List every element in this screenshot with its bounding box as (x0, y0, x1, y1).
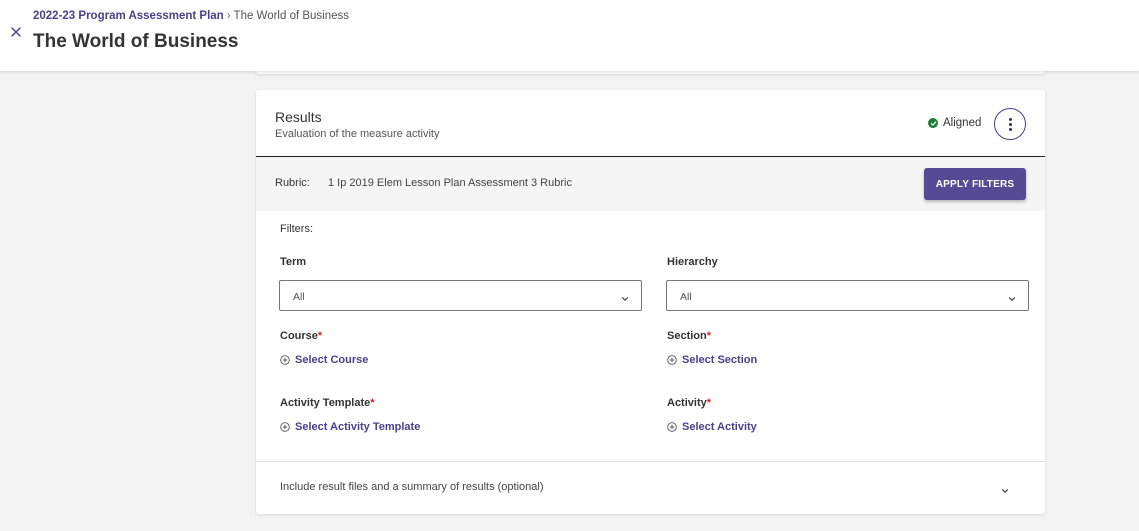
rubric-bar: Rubric: 1 Ip 2019 Elem Lesson Plan Asses… (256, 157, 1045, 211)
breadcrumb: 2022-23 Program Assessment Plan › The Worl… (33, 10, 349, 22)
section-label-text: Section (667, 330, 707, 342)
results-card: Results Evaluation of the measure activi… (256, 90, 1045, 514)
status-text: Aligned (943, 117, 982, 129)
hierarchy-select-value: All (680, 291, 692, 303)
course-label-text: Course (280, 330, 318, 342)
select-activity-template-link[interactable]: Select Activity Template (280, 421, 420, 433)
activity-label-text: Activity (667, 397, 707, 409)
plus-circle-icon (667, 422, 677, 432)
results-title: Results (275, 109, 322, 125)
apply-filters-button[interactable]: APPLY FILTERS (924, 168, 1026, 200)
activity-template-label-text: Activity Template (280, 397, 371, 409)
select-course-text: Select Course (295, 354, 369, 366)
select-activity-text: Select Activity (682, 421, 757, 433)
chevron-down-icon (1007, 291, 1017, 302)
optional-results-accordion[interactable]: Include result files and a summary of re… (256, 462, 1045, 514)
kebab-icon-dot (1008, 127, 1012, 131)
plus-circle-icon (280, 422, 290, 432)
chevron-down-icon (620, 291, 630, 302)
select-activity-template-text: Select Activity Template (295, 421, 421, 433)
hierarchy-select[interactable]: All (666, 280, 1029, 311)
rubric-label: Rubric: (275, 177, 310, 189)
select-activity-link[interactable]: Select Activity (667, 421, 757, 433)
breadcrumb-current: The World of Business (233, 10, 350, 22)
term-label: Term (280, 256, 307, 268)
course-label: Course* (280, 330, 322, 342)
chevron-down-icon (1000, 483, 1010, 494)
required-marker: * (370, 397, 375, 409)
kebab-icon-dot (1008, 122, 1012, 126)
breadcrumb-separator: › (226, 10, 231, 22)
required-marker: * (317, 330, 323, 342)
plus-circle-icon (280, 355, 290, 365)
kebab-icon-dot (1008, 117, 1012, 121)
results-subtitle: Evaluation of the measure activity (275, 128, 440, 140)
rubric-value: 1 Ip 2019 Elem Lesson Plan Assessment 3 … (328, 177, 572, 189)
optional-results-text: Include result files and a summary of re… (280, 481, 544, 493)
breadcrumb-parent-link[interactable]: 2022-23 Program Assessment Plan (33, 10, 224, 22)
required-marker: * (706, 397, 712, 409)
plus-circle-icon (667, 355, 677, 365)
check-circle-icon (928, 118, 938, 128)
activity-label: Activity* (667, 397, 711, 409)
select-section-link[interactable]: Select Section (667, 354, 757, 366)
page-header: 2022-23 Program Assessment Plan › The Worl… (0, 0, 1139, 71)
page-title: The World of Business (33, 31, 239, 52)
more-options-button[interactable] (994, 108, 1026, 140)
hierarchy-label: Hierarchy (667, 256, 718, 268)
results-card-header: Results Evaluation of the measure activi… (256, 90, 1045, 157)
filters-label: Filters: (280, 223, 313, 235)
activity-template-label: Activity Template* (280, 397, 375, 409)
term-select[interactable]: All (279, 280, 642, 311)
term-select-value: All (293, 291, 305, 303)
required-marker: * (706, 330, 712, 342)
status-badge: Aligned (928, 117, 981, 129)
close-icon[interactable] (8, 24, 24, 40)
select-section-text: Select Section (682, 354, 758, 366)
select-course-link[interactable]: Select Course (280, 354, 368, 366)
section-label: Section* (667, 330, 711, 342)
